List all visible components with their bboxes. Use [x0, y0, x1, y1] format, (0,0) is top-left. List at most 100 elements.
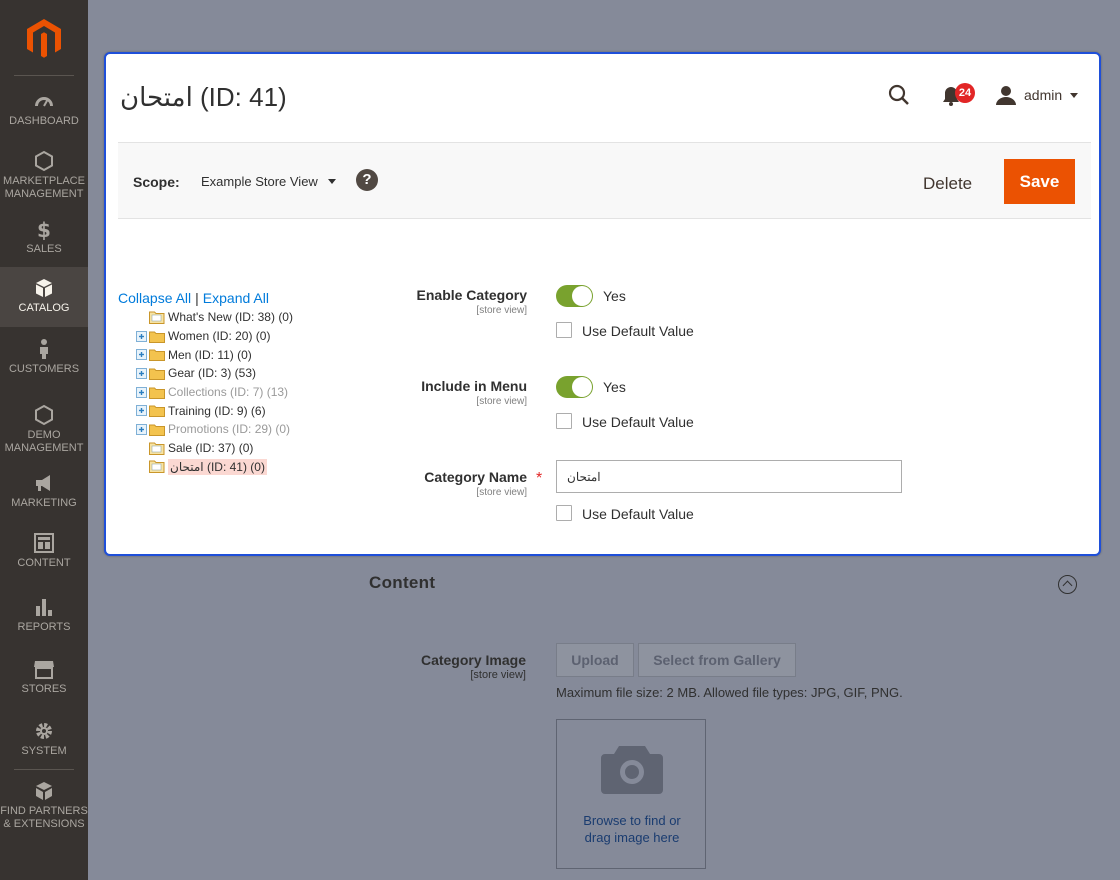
category-name-input[interactable]	[556, 460, 902, 493]
scope-switcher[interactable]: Example Store View	[201, 174, 336, 189]
tree-node[interactable]: Promotions (ID: 29) (0)	[136, 420, 293, 439]
magento-logo-icon[interactable]	[26, 18, 62, 58]
tree-node-label: Collections (ID: 7) (13)	[168, 385, 289, 400]
tree-node-label: Men (ID: 11) (0)	[168, 347, 252, 362]
content-section-title[interactable]: Content	[369, 573, 435, 593]
sidebar-item-label: SYSTEM	[21, 745, 67, 757]
enable-category-default-checkbox[interactable]	[556, 322, 572, 338]
tree-node-label: Sale (ID: 37) (0)	[168, 441, 254, 456]
sidebar-item-label: MARKETPLACE MANAGEMENT	[3, 175, 85, 200]
folder-icon	[149, 386, 165, 399]
folder-icon	[149, 330, 165, 343]
delete-button[interactable]: Delete	[911, 161, 984, 206]
select-from-gallery-button[interactable]: Select from Gallery	[638, 643, 796, 677]
enable-category-label: Enable Category	[416, 287, 527, 303]
sidebar-item-customers[interactable]: CUSTOMERS	[0, 338, 88, 378]
sidebar-item-stores[interactable]: STORES	[0, 658, 88, 698]
user-menu[interactable]: admin	[996, 84, 1079, 106]
chevron-down-icon	[1070, 92, 1079, 98]
user-icon	[996, 85, 1016, 105]
megaphone-icon	[33, 472, 55, 494]
tree-node[interactable]: What's New (ID: 38) (0)	[136, 308, 293, 327]
sidebar-item-demo-management[interactable]: DEMO MANAGEMENT	[0, 404, 88, 454]
tree-node[interactable]: Training (ID: 9) (6)	[136, 401, 293, 420]
sidebar-item-label: CONTENT	[17, 557, 71, 569]
help-icon[interactable]: ?	[356, 169, 378, 191]
sidebar-item-reports[interactable]: REPORTS	[0, 596, 88, 636]
category-tree: What's New (ID: 38) (0) Women (ID: 20) (0…	[136, 308, 293, 476]
sidebar-item-label: FIND PARTNERS & EXTENSIONS	[0, 805, 88, 830]
enable-category-default-label[interactable]: Use Default Value	[582, 323, 694, 339]
sidebar-item-label: SALES	[26, 243, 62, 255]
sidebar-item-label: STORES	[21, 683, 67, 695]
category-name-scope: [store view]	[476, 487, 527, 498]
include-in-menu-value: Yes	[603, 379, 626, 395]
image-dropzone[interactable]: Browse to find or drag image here	[556, 719, 706, 869]
sidebar-item-catalog[interactable]: CATALOG	[0, 267, 88, 327]
expand-plus-icon[interactable]	[136, 367, 147, 379]
layout-icon	[33, 532, 55, 554]
tree-node[interactable]: Collections (ID: 7) (13)	[136, 383, 293, 402]
tree-node-label: امتحان (ID: 41) (0)	[168, 458, 267, 475]
folder-icon	[149, 404, 165, 418]
include-in-menu-default-label[interactable]: Use Default Value	[582, 414, 694, 430]
category-name-default-label[interactable]: Use Default Value	[582, 506, 694, 522]
upload-button[interactable]: Upload	[556, 643, 634, 677]
sidebar-item-dashboard[interactable]: DASHBOARD	[0, 90, 88, 130]
sidebar-item-content[interactable]: CONTENT	[0, 532, 88, 572]
sidebar-item-label: DASHBOARD	[9, 115, 79, 127]
tree-node[interactable]: Women (ID: 20) (0)	[136, 327, 293, 346]
expand-all-link[interactable]: Expand All	[203, 290, 269, 306]
category-name-label: Category Name	[424, 469, 527, 485]
folder-icon	[149, 460, 165, 474]
blocks-icon	[33, 780, 55, 802]
tree-node[interactable]: Sale (ID: 37) (0)	[136, 439, 293, 458]
notification-count-badge[interactable]: 24	[955, 83, 975, 103]
tree-node-label: Women (ID: 20) (0)	[168, 329, 271, 344]
gear-icon	[33, 720, 55, 742]
expand-plus-icon[interactable]	[136, 330, 147, 342]
page-title: امتحان (ID: 41)	[120, 82, 287, 112]
svg-text:$: $	[37, 218, 51, 240]
scope-label: Scope:	[133, 174, 180, 190]
sidebar-divider	[14, 769, 74, 770]
save-button[interactable]: Save	[1004, 159, 1075, 204]
scope-value: Example Store View	[201, 174, 318, 189]
tree-node[interactable]: Gear (ID: 3) (53)	[136, 364, 293, 383]
include-in-menu-scope: [store view]	[476, 396, 527, 407]
search-icon[interactable]	[888, 84, 910, 106]
tree-node[interactable]: Men (ID: 11) (0)	[136, 345, 293, 364]
include-in-menu-toggle[interactable]	[556, 376, 593, 398]
bar-chart-icon	[33, 596, 55, 618]
sidebar-item-label: MARKETING	[11, 497, 77, 509]
cube-icon	[33, 277, 55, 299]
expand-plus-icon[interactable]	[136, 349, 147, 361]
sidebar-item-sales[interactable]: $ SALES	[0, 218, 88, 258]
user-name: admin	[1024, 87, 1063, 103]
category-name-default-checkbox[interactable]	[556, 505, 572, 521]
collapse-chevron-icon[interactable]	[1058, 575, 1077, 594]
store-icon	[33, 658, 55, 680]
sidebar-item-system[interactable]: SYSTEM	[0, 720, 88, 760]
expand-plus-icon[interactable]	[136, 405, 147, 417]
enable-category-toggle[interactable]	[556, 285, 593, 307]
scope-toolbar: Scope: Example Store View ? Delete Save	[118, 142, 1091, 219]
dropzone-text[interactable]: Browse to find or drag image here	[557, 812, 707, 846]
sidebar-item-find-partners[interactable]: FIND PARTNERS & EXTENSIONS	[0, 780, 88, 830]
tree-node-label: Promotions (ID: 29) (0)	[168, 422, 291, 437]
required-marker: *	[536, 470, 543, 487]
sidebar-item-marketing[interactable]: MARKETING	[0, 472, 88, 512]
folder-icon	[149, 423, 165, 436]
include-in-menu-default-checkbox[interactable]	[556, 413, 572, 429]
sidebar-item-marketplace-management[interactable]: MARKETPLACE MANAGEMENT	[0, 150, 88, 200]
tree-node[interactable]: امتحان (ID: 41) (0)	[136, 458, 293, 477]
dropzone-text-line1: Browse to find or	[583, 813, 681, 828]
sidebar-item-label: DEMO MANAGEMENT	[4, 429, 84, 454]
tree-node-label: What's New (ID: 38) (0)	[168, 310, 293, 325]
expand-plus-icon[interactable]	[136, 386, 147, 398]
upload-note: Maximum file size: 2 MB. Allowed file ty…	[556, 685, 903, 700]
tree-actions-separator: |	[195, 290, 199, 306]
collapse-all-link[interactable]: Collapse All	[118, 290, 191, 306]
expand-plus-icon[interactable]	[136, 423, 147, 435]
